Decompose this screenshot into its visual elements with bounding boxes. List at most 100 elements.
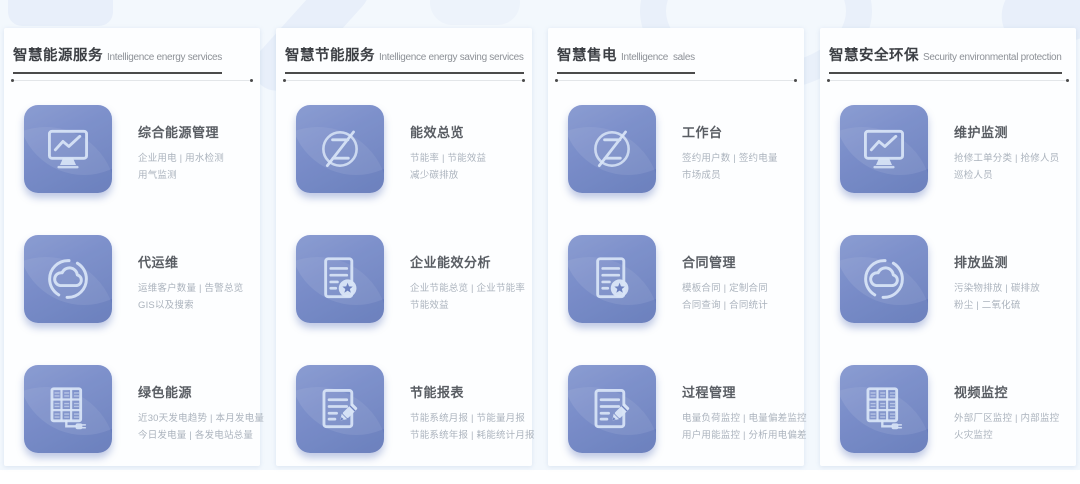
solar-panel-icon[interactable]: [840, 365, 928, 453]
service-item[interactable]: 综合能源管理企业用电 | 用水检测用气监测: [13, 105, 251, 235]
item-desc-line: 企业节能总览 | 企业节能率: [410, 280, 525, 297]
item-desc-line: 用户用能监控 | 分析用电偏差: [682, 427, 807, 444]
service-item[interactable]: 节能报表节能系统月报 | 节能量月报节能系统年报 | 耗能统计月报: [285, 365, 523, 484]
item-text: 排放监测污染物排放 | 碳排放粉尘 | 二氧化硫: [954, 235, 1040, 365]
item-desc-line: 签约用户数 | 签约电量: [682, 150, 778, 167]
item-desc-line: 减少碳排放: [410, 167, 486, 184]
panel-subtitle: Security environmental protection: [923, 52, 1062, 63]
service-item[interactable]: 视频监控外部厂区监控 | 内部监控火灾监控: [829, 365, 1067, 484]
panel-title-group: 智慧节能服务Intelligence energy saving service…: [285, 44, 524, 74]
item-desc-line: GIS以及搜索: [138, 297, 243, 314]
underline-dot-right: [794, 79, 797, 82]
service-panel: 智慧能源服务 Intelligence energy services 综合能源管理…: [4, 28, 260, 466]
panel-title-group: 智慧安全环保Security environmental protection: [829, 44, 1062, 74]
item-desc-line: 运维客户数量 | 告警总览: [138, 280, 243, 297]
panel-title-group: 智慧售电 Intelligence sales: [557, 44, 695, 74]
item-text: 合同管理模板合同 | 定制合同合同查询 | 合同统计: [682, 235, 768, 365]
item-text: 企业能效分析企业节能总览 | 企业节能率节能效益: [410, 235, 525, 365]
item-title: 合同管理: [682, 252, 768, 271]
panel-items: 能效总览节能率 | 节能效益减少碳排放企业能效分析企业节能总览 | 企业节能率节…: [285, 105, 523, 484]
panel-subtitle: Intelligence energy saving services: [379, 52, 524, 63]
underline-dot-right: [1066, 79, 1069, 82]
item-title: 视频监控: [954, 382, 1059, 401]
panel-header: 智慧售电 Intelligence sales: [557, 44, 795, 81]
item-title: 节能报表: [410, 382, 535, 401]
item-desc-line: 用气监测: [138, 167, 224, 184]
underline-dot-left: [283, 79, 286, 82]
item-desc-line: 巡检人员: [954, 167, 1059, 184]
item-desc-line: 模板合同 | 定制合同: [682, 280, 768, 297]
cloud-circle-icon[interactable]: [24, 235, 112, 323]
panel-header: 智慧能源服务 Intelligence energy services: [13, 44, 251, 81]
service-item[interactable]: 合同管理模板合同 | 定制合同合同查询 | 合同统计: [557, 235, 795, 365]
item-desc-line: 节能系统月报 | 节能量月报: [410, 410, 535, 427]
panel-items: 工作台签约用户数 | 签约电量市场成员合同管理模板合同 | 定制合同合同查询 |…: [557, 105, 795, 484]
doc-pencil-icon[interactable]: [296, 365, 384, 453]
doc-pencil-icon[interactable]: [568, 365, 656, 453]
item-title: 综合能源管理: [138, 122, 224, 141]
doc-star-icon[interactable]: [296, 235, 384, 323]
item-text: 绿色能源近30天发电趋势 | 本月发电量今日发电量 | 各发电站总量: [138, 365, 264, 484]
item-desc-line: 市场成员: [682, 167, 778, 184]
z-circle-icon[interactable]: [296, 105, 384, 193]
service-item[interactable]: 维护监测抢修工单分类 | 抢修人员巡检人员: [829, 105, 1067, 235]
item-text: 工作台签约用户数 | 签约电量市场成员: [682, 105, 778, 235]
underline-dot-right: [250, 79, 253, 82]
service-panel: 智慧安全环保Security environmental protection 维…: [820, 28, 1076, 466]
item-desc-line: 今日发电量 | 各发电站总量: [138, 427, 264, 444]
panel-items: 综合能源管理企业用电 | 用水检测用气监测代运维运维客户数量 | 告警总览GIS…: [13, 105, 251, 484]
panel-title: 智慧售电: [557, 48, 617, 64]
item-desc-line: 抢修工单分类 | 抢修人员: [954, 150, 1059, 167]
service-item[interactable]: 绿色能源近30天发电趋势 | 本月发电量今日发电量 | 各发电站总量: [13, 365, 251, 484]
item-text: 过程管理电量负荷监控 | 电量偏差监控用户用能监控 | 分析用电偏差: [682, 365, 807, 484]
panel-title-group: 智慧能源服务 Intelligence energy services: [13, 44, 222, 74]
solar-panel-icon[interactable]: [24, 365, 112, 453]
panel-header: 智慧节能服务Intelligence energy saving service…: [285, 44, 523, 81]
item-desc-line: 电量负荷监控 | 电量偏差监控: [682, 410, 807, 427]
underline-dot-left: [555, 79, 558, 82]
landing-page: 智慧能源服务 Intelligence energy services 综合能源管理…: [0, 0, 1080, 484]
item-desc-line: 节能系统年报 | 耗能统计月报: [410, 427, 535, 444]
service-item[interactable]: 企业能效分析企业节能总览 | 企业节能率节能效益: [285, 235, 523, 365]
item-text: 能效总览节能率 | 节能效益减少碳排放: [410, 105, 486, 235]
z-circle-icon[interactable]: [568, 105, 656, 193]
item-desc-line: 节能效益: [410, 297, 525, 314]
item-title: 代运维: [138, 252, 243, 271]
item-title: 绿色能源: [138, 382, 264, 401]
service-panel: 智慧节能服务Intelligence energy saving service…: [276, 28, 532, 466]
underline-dot-left: [827, 79, 830, 82]
sections-row: 智慧能源服务 Intelligence energy services 综合能源管理…: [4, 28, 1076, 466]
underline-dot-left: [11, 79, 14, 82]
item-title: 排放监测: [954, 252, 1040, 271]
service-item[interactable]: 排放监测污染物排放 | 碳排放粉尘 | 二氧化硫: [829, 235, 1067, 365]
panel-subtitle: Intelligence sales: [621, 52, 695, 63]
doc-star-icon[interactable]: [568, 235, 656, 323]
item-text: 节能报表节能系统月报 | 节能量月报节能系统年报 | 耗能统计月报: [410, 365, 535, 484]
service-panel: 智慧售电 Intelligence sales 工作台签约用户数 | 签约电量市场成…: [548, 28, 804, 466]
item-desc-line: 污染物排放 | 碳排放: [954, 280, 1040, 297]
item-text: 代运维运维客户数量 | 告警总览GIS以及搜索: [138, 235, 243, 365]
item-title: 过程管理: [682, 382, 807, 401]
item-title: 维护监测: [954, 122, 1059, 141]
item-text: 维护监测抢修工单分类 | 抢修人员巡检人员: [954, 105, 1059, 235]
service-item[interactable]: 代运维运维客户数量 | 告警总览GIS以及搜索: [13, 235, 251, 365]
item-desc-line: 火灾监控: [954, 427, 1059, 444]
item-desc-line: 近30天发电趋势 | 本月发电量: [138, 410, 264, 427]
underline-dot-right: [522, 79, 525, 82]
item-text: 视频监控外部厂区监控 | 内部监控火灾监控: [954, 365, 1059, 484]
service-item[interactable]: 能效总览节能率 | 节能效益减少碳排放: [285, 105, 523, 235]
monitor-chart-icon[interactable]: [840, 105, 928, 193]
cloud-circle-icon[interactable]: [840, 235, 928, 323]
panel-title: 智慧能源服务: [13, 48, 103, 64]
item-desc-line: 粉尘 | 二氧化硫: [954, 297, 1040, 314]
panel-items: 维护监测抢修工单分类 | 抢修人员巡检人员排放监测污染物排放 | 碳排放粉尘 |…: [829, 105, 1067, 484]
service-item[interactable]: 工作台签约用户数 | 签约电量市场成员: [557, 105, 795, 235]
item-text: 综合能源管理企业用电 | 用水检测用气监测: [138, 105, 224, 235]
panel-subtitle: Intelligence energy services: [107, 52, 222, 63]
item-desc-line: 外部厂区监控 | 内部监控: [954, 410, 1059, 427]
monitor-chart-icon[interactable]: [24, 105, 112, 193]
service-item[interactable]: 过程管理电量负荷监控 | 电量偏差监控用户用能监控 | 分析用电偏差: [557, 365, 795, 484]
item-desc-line: 合同查询 | 合同统计: [682, 297, 768, 314]
item-title: 工作台: [682, 122, 778, 141]
item-desc-line: 企业用电 | 用水检测: [138, 150, 224, 167]
